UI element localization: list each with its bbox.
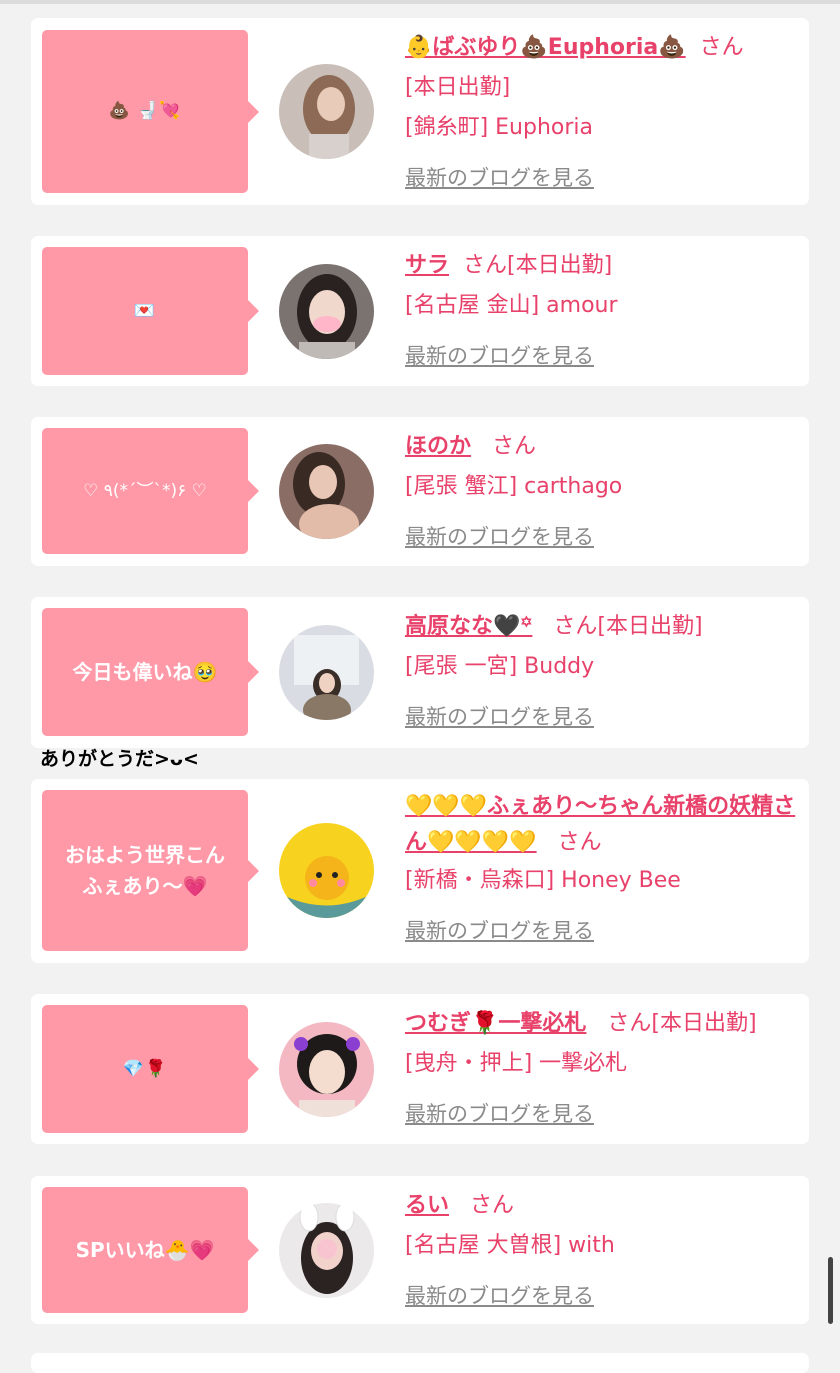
avatar[interactable]: [279, 625, 374, 720]
latest-blog-link[interactable]: 最新のブログを見る: [405, 919, 594, 943]
card-info: 💛💛💛ふぇあり〜ちゃん新橋の妖精さん💛💛💛💛 さん [新橋・烏森口] Honey…: [405, 789, 801, 951]
girl-card: SPいいね🐣💗 るい さん [名古屋 大曽根] with 最新のブログを見る: [31, 1176, 809, 1324]
girl-name-link[interactable]: サラ: [405, 253, 449, 278]
girl-name-link[interactable]: るい: [405, 1193, 449, 1218]
message-bubble: おはよう世界こん ふぇあり〜💗: [42, 790, 259, 951]
message-overflow-text: ありがとうだ>ᴗ<: [40, 748, 199, 770]
san-suffix: さん: [557, 830, 602, 855]
san-suffix: さん[本日出勤]: [607, 1011, 757, 1036]
san-suffix: さん[本日出勤]: [463, 253, 613, 278]
girl-card: ♡ ٩(*´︶`*)۶ ♡ ほのか さん [尾張 蟹江] carthago 最新…: [31, 417, 809, 566]
card-info: るい さん [名古屋 大曽根] with 最新のブログを見る: [405, 1186, 801, 1316]
san-suffix: さん: [699, 35, 744, 60]
girl-name-link[interactable]: ほのか: [405, 434, 471, 459]
latest-blog-link[interactable]: 最新のブログを見る: [405, 344, 594, 368]
avatar[interactable]: [279, 1203, 374, 1298]
shop-name: [錦糸町] Euphoria: [405, 115, 594, 140]
message-bubble: SPいいね🐣💗: [42, 1187, 259, 1313]
girl-card: 💎🌹 つむぎ🌹一撃必札 さん[本日出勤] [曳舟・押上] 一撃必札 最新のブログ…: [31, 994, 809, 1144]
avatar[interactable]: [279, 444, 374, 539]
message-bubble: ♡ ٩(*´︶`*)۶ ♡: [42, 428, 259, 554]
shop-name: [尾張 蟹江] carthago: [405, 474, 623, 499]
san-suffix: さん: [492, 434, 537, 459]
latest-blog-link[interactable]: 最新のブログを見る: [405, 166, 594, 190]
shop-name: [尾張 一宮] Buddy: [405, 654, 595, 679]
girl-name-link[interactable]: つむぎ🌹一撃必札: [405, 1011, 586, 1036]
girl-name-link[interactable]: 高原なな🖤꙳: [405, 614, 532, 639]
scrollbar[interactable]: [828, 1257, 833, 1324]
shop-name: [名古屋 大曽根] with: [405, 1233, 615, 1258]
girl-card: 今日も偉いね🥹 高原なな🖤꙳ さん[本日出勤] [尾張 一宮] Buddy 最新…: [31, 597, 809, 748]
shop-name: [新橋・烏森口] Honey Bee: [405, 868, 681, 893]
girl-name-link[interactable]: 👶ばぶゆり💩Euphoria💩: [405, 35, 686, 60]
latest-blog-link[interactable]: 最新のブログを見る: [405, 1284, 594, 1308]
card-info: ほのか さん [尾張 蟹江] carthago 最新のブログを見る: [405, 427, 801, 557]
avatar[interactable]: [279, 1022, 374, 1117]
top-divider: [0, 0, 840, 4]
message-bubble: 💩 🚽💘: [42, 30, 259, 193]
san-suffix: さん[本日出勤]: [553, 614, 703, 639]
girl-card: おはよう世界こん ふぇあり〜💗 💛💛💛ふぇあり〜ちゃん新橋の妖精さん💛💛💛💛 さ…: [31, 779, 809, 963]
card-info: つむぎ🌹一撃必札 さん[本日出勤] [曳舟・押上] 一撃必札 最新のブログを見る: [405, 1004, 801, 1134]
latest-blog-link[interactable]: 最新のブログを見る: [405, 705, 594, 729]
card-info: 👶ばぶゆり💩Euphoria💩 さん [本日出勤] [錦糸町] Euphoria…: [405, 28, 801, 198]
avatar[interactable]: [279, 823, 374, 918]
work-status: [本日出勤]: [405, 75, 511, 100]
card-info: 高原なな🖤꙳ さん[本日出勤] [尾張 一宮] Buddy 最新のブログを見る: [405, 607, 801, 737]
message-bubble: 今日も偉いね🥹: [42, 608, 259, 736]
card-info: サラ さん[本日出勤] [名古屋 金山] amour 最新のブログを見る: [405, 246, 801, 376]
avatar[interactable]: [279, 64, 374, 159]
girl-card: 💌 サラ さん[本日出勤] [名古屋 金山] amour 最新のブログを見る: [31, 236, 809, 386]
message-bubble: 💌: [42, 247, 259, 375]
shop-name: [名古屋 金山] amour: [405, 293, 618, 318]
shop-name: [曳舟・押上] 一撃必札: [405, 1051, 628, 1076]
latest-blog-link[interactable]: 最新のブログを見る: [405, 1102, 594, 1126]
avatar[interactable]: [279, 264, 374, 359]
girl-card-partial: [31, 1353, 809, 1373]
girl-card: 💩 🚽💘 👶ばぶゆり💩Euphoria💩 さん [本日出勤] [錦糸町] Eup…: [31, 18, 809, 205]
message-bubble: 💎🌹: [42, 1005, 259, 1133]
san-suffix: さん: [470, 1193, 515, 1218]
latest-blog-link[interactable]: 最新のブログを見る: [405, 525, 594, 549]
